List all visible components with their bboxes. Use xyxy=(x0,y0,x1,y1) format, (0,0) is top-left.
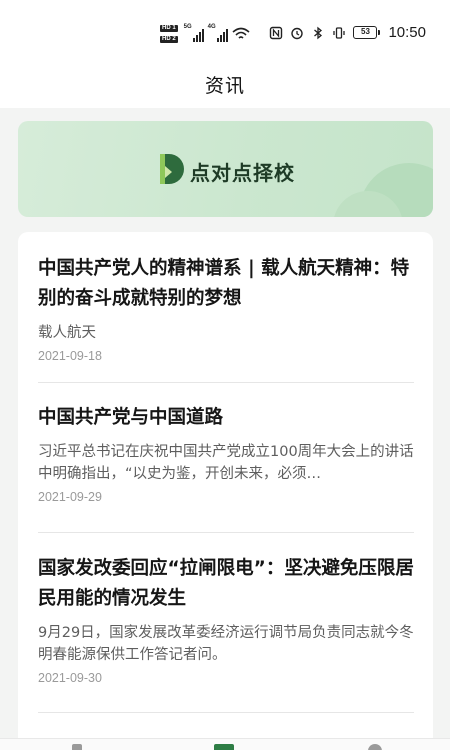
nfc-icon xyxy=(270,26,283,39)
school-icon[interactable] xyxy=(214,744,234,750)
page-header: 资讯 xyxy=(0,60,450,108)
status-bar: HD 1 HD 2 5G 4G 53 10:50 xyxy=(0,0,450,60)
news-item-1[interactable]: 中国共产党人的精神谱系 | 载人航天精神：特别的奋斗成就特别的梦想 载人航天 2… xyxy=(38,254,414,364)
network-1-label: 5G xyxy=(183,24,192,30)
news-date: 2021-09-30 xyxy=(38,671,102,685)
bottom-nav xyxy=(0,738,450,750)
news-date: 2021-09-18 xyxy=(38,349,102,363)
bluetooth-icon xyxy=(314,26,323,39)
hd1-badge: HD 1 xyxy=(160,25,178,32)
news-title: 中国共产党人的精神谱系 | 载人航天精神：特别的奋斗成就特别的梦想 xyxy=(38,258,410,309)
school-logo-icon xyxy=(160,154,184,184)
news-summary: 9月29日，国家发展改革委经济运行调节局负责同志就今冬明春能源保供工作答记者问。 xyxy=(38,625,414,663)
news-item-2[interactable]: 中国共产党与中国道路 习近平总书记在庆祝中国共产党成立100周年大会上的讲话中明… xyxy=(38,403,414,505)
wifi-icon xyxy=(232,27,250,39)
news-title: 中国共产党与中国道路 xyxy=(38,407,224,428)
alarm-icon xyxy=(291,27,304,39)
clock: 10:50 xyxy=(388,24,426,41)
hd-badges: HD 1 HD 2 xyxy=(160,25,178,43)
network-2-label: 4G xyxy=(207,24,216,30)
home-icon[interactable] xyxy=(72,744,82,750)
news-summary: 载人航天 xyxy=(38,325,96,341)
signal-2-icon: 4G xyxy=(207,24,228,42)
divider xyxy=(38,532,414,533)
news-title: 国家发改委回应“拉闸限电”：坚决避免压限居民用能的情况发生 xyxy=(38,558,414,609)
hd2-badge: HD 2 xyxy=(160,36,178,43)
profile-icon[interactable] xyxy=(368,744,382,750)
battery-icon: 53 xyxy=(353,26,381,39)
news-date: 2021-09-29 xyxy=(38,490,102,504)
divider xyxy=(38,712,414,713)
news-summary: 习近平总书记在庆祝中国共产党成立100周年大会上的讲话中明确指出，“以史为鉴，开… xyxy=(38,444,414,482)
signal-group: HD 1 HD 2 5G 4G xyxy=(160,20,250,48)
vibrate-icon xyxy=(333,26,346,39)
divider xyxy=(38,382,414,383)
signal-1-icon: 5G xyxy=(183,24,204,42)
banner[interactable]: 点对点择校 xyxy=(18,121,433,217)
system-icons: 53 10:50 xyxy=(269,24,426,41)
banner-title: 点对点择校 xyxy=(190,161,295,185)
page-title: 资讯 xyxy=(204,74,245,97)
news-item-3[interactable]: 国家发改委回应“拉闸限电”：坚决避免压限居民用能的情况发生 9月29日，国家发展… xyxy=(38,554,414,686)
news-list: 中国共产党人的精神谱系 | 载人航天精神：特别的奋斗成就特别的梦想 载人航天 2… xyxy=(18,232,433,750)
